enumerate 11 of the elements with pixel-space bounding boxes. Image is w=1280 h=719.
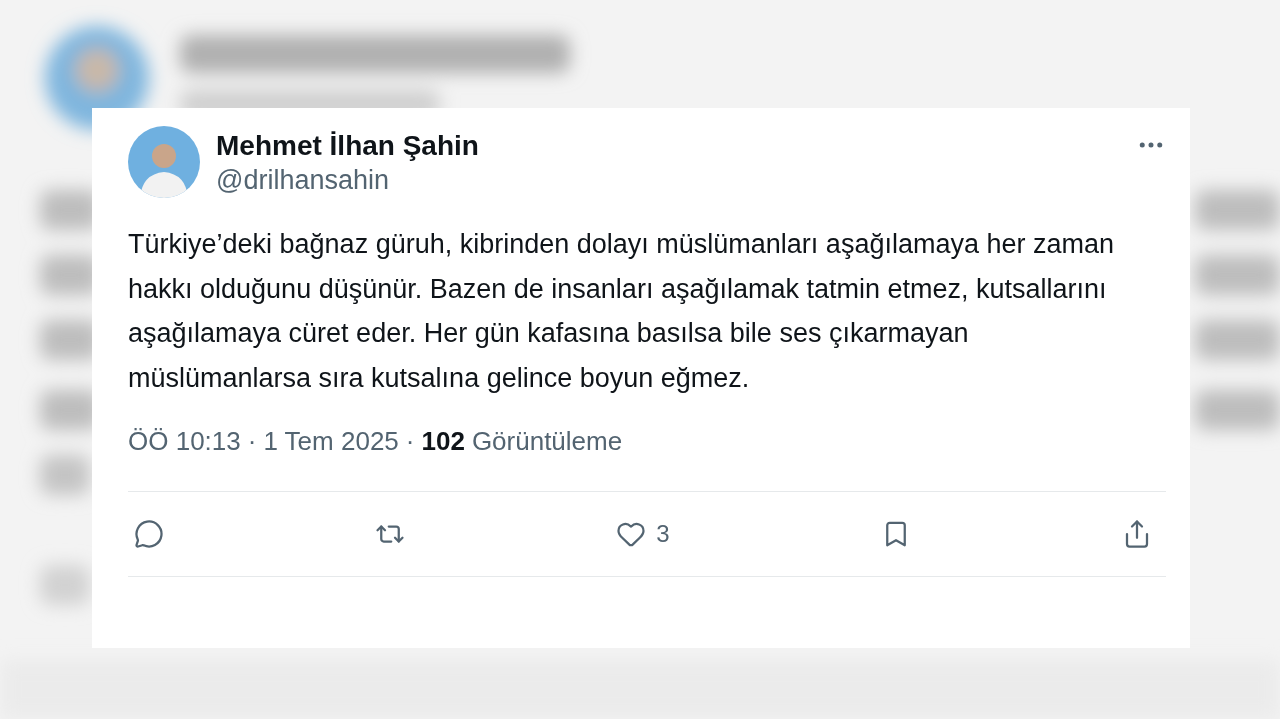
views-label: Görüntüleme <box>471 426 623 457</box>
speech-bubble-icon <box>134 519 164 549</box>
tweet-time: ÖÖ 10:13 <box>128 426 241 457</box>
author-name: Mehmet İlhan Şahin <box>216 130 480 162</box>
separator: · <box>247 426 257 457</box>
author-handle: @drilhansahin <box>216 164 390 197</box>
tweet-date: 1 Tem 2025 <box>263 426 399 457</box>
view-count: 102 <box>421 426 465 457</box>
separator: · <box>405 426 415 457</box>
tweet-text: Türkiye’deki bağnaz güruh, kibrinden dolayı müslümanları aşağılamaya her zaman hakkı olduğunu düşünür. Bazen de insanları aşağılamak tatmin etmez, kutsallarını aşağılamaya cüret eder. Her gün kafasına basılsa bile ses çıkarmayan müslümanlarsa sıra kutsalına gelince boyun eğmez. <box>128 228 1115 395</box>
like-button[interactable]: 3 <box>610 513 676 555</box>
